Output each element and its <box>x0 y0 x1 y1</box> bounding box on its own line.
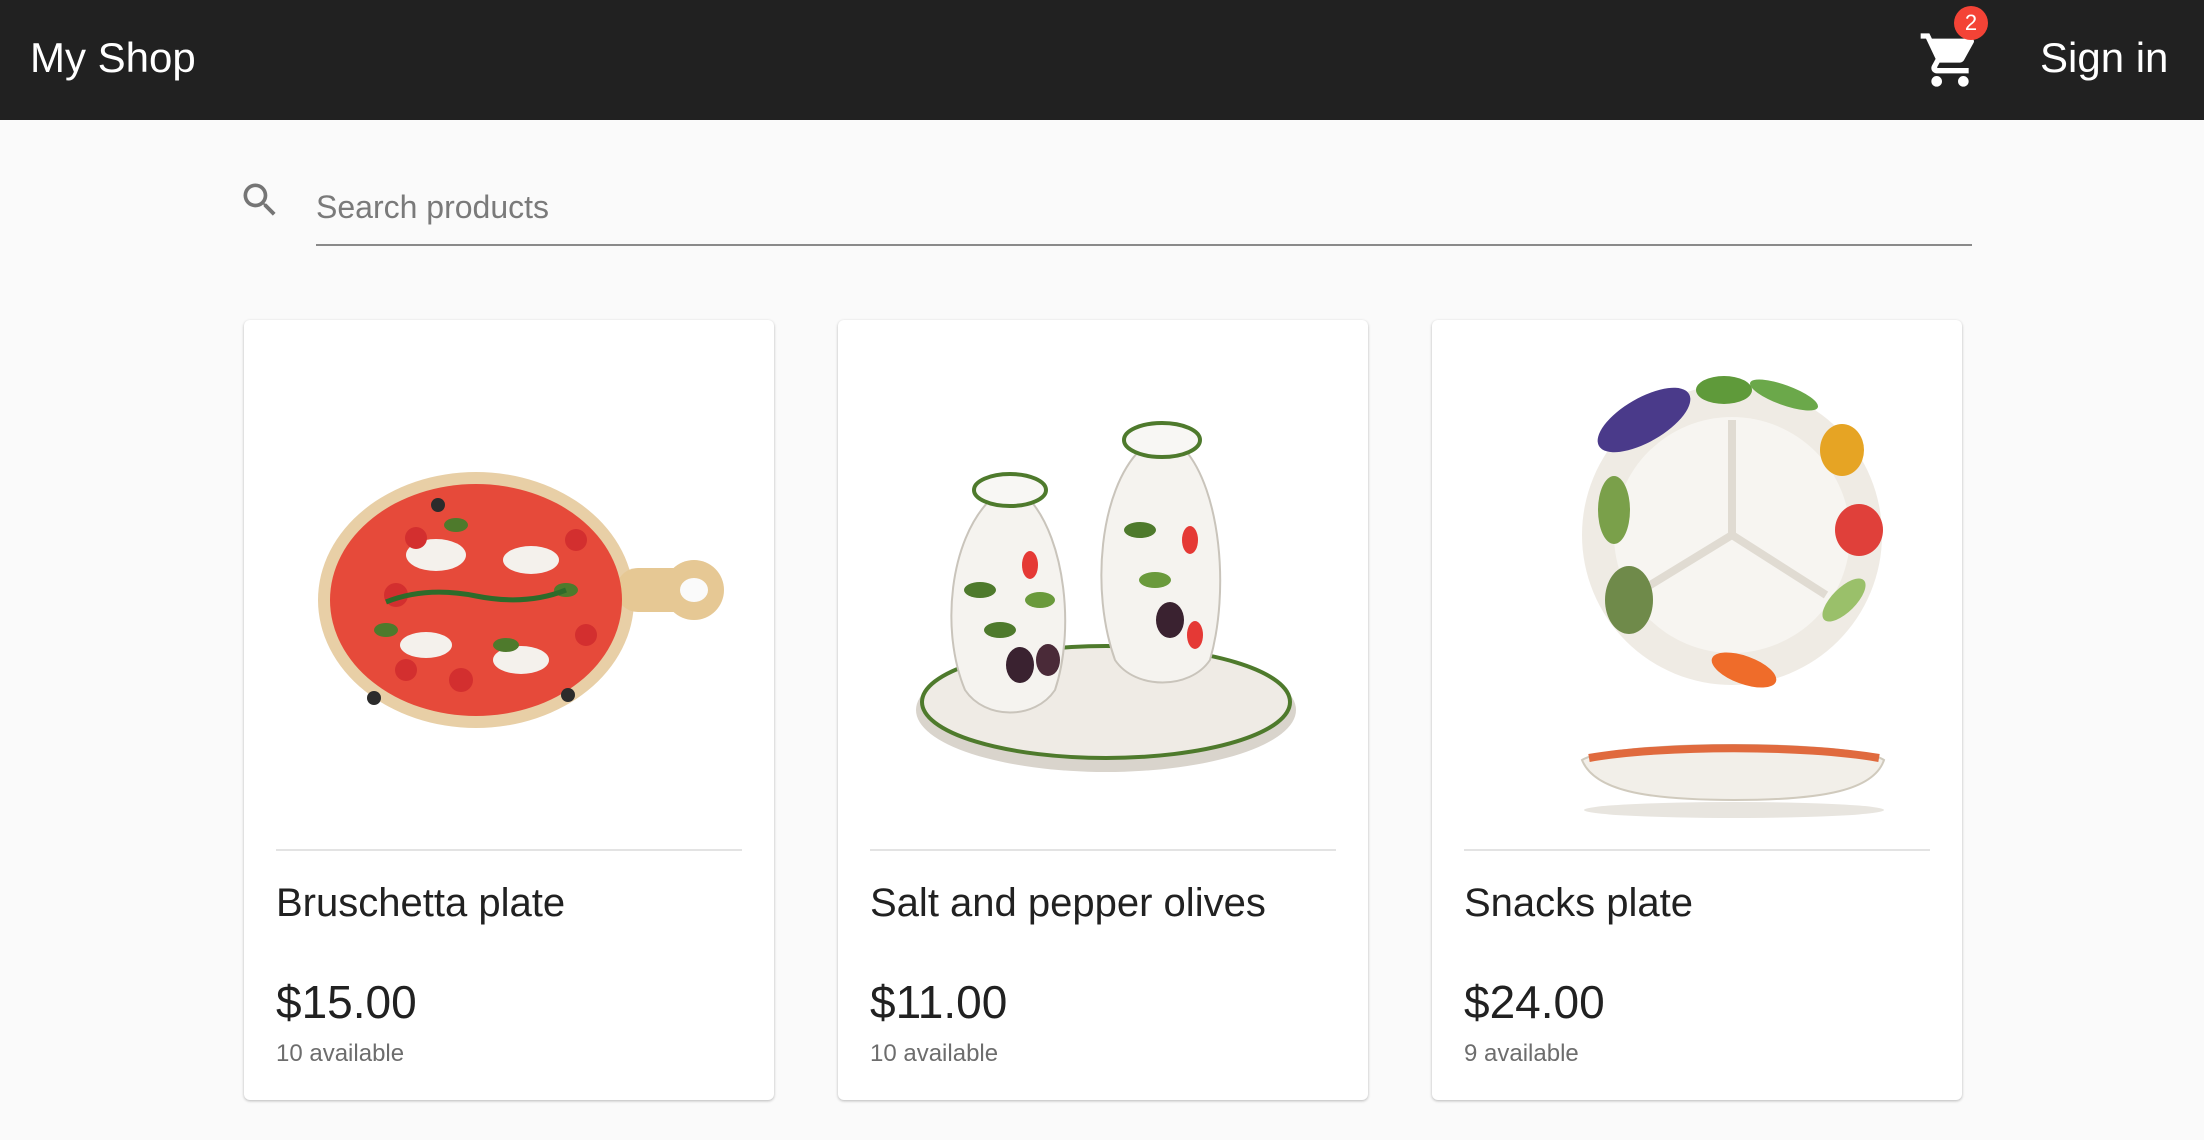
shop-brand-link[interactable]: My Shop <box>30 32 196 84</box>
product-price: $24.00 <box>1464 976 1605 1028</box>
search-input[interactable] <box>316 170 1972 246</box>
product-name: Salt and pepper olives <box>870 881 1266 925</box>
product-stock: 10 available <box>870 1040 999 1067</box>
product-name: Bruschetta plate <box>276 881 566 925</box>
product-card-snacks-plate[interactable]: Snacks plate $24.00 9 available <box>1432 320 1962 1100</box>
product-price: $15.00 <box>276 976 417 1028</box>
top-app-bar: My Shop 2 Sign in <box>0 0 2204 120</box>
snacks-plate-image <box>1464 340 1930 840</box>
card-divider <box>870 849 1336 851</box>
bruschetta-plate-image <box>276 340 742 840</box>
product-name: Snacks plate <box>1464 881 1694 925</box>
product-card-bruschetta-plate[interactable]: Bruschetta plate $15.00 10 available <box>244 320 774 1100</box>
cart-count-badge: 2 <box>1954 6 1988 40</box>
card-divider <box>276 849 742 851</box>
sign-in-button[interactable]: Sign in <box>2040 32 2168 84</box>
product-card-salt-pepper-olives[interactable]: Salt and pepper olives $11.00 10 availab… <box>838 320 1368 1100</box>
product-price: $11.00 <box>870 976 1008 1028</box>
salt-pepper-olives-image <box>870 340 1336 840</box>
product-stock: 10 available <box>276 1040 405 1067</box>
product-stock: 9 available <box>1464 1040 1579 1067</box>
search-icon <box>243 183 276 216</box>
card-divider <box>1464 849 1930 851</box>
